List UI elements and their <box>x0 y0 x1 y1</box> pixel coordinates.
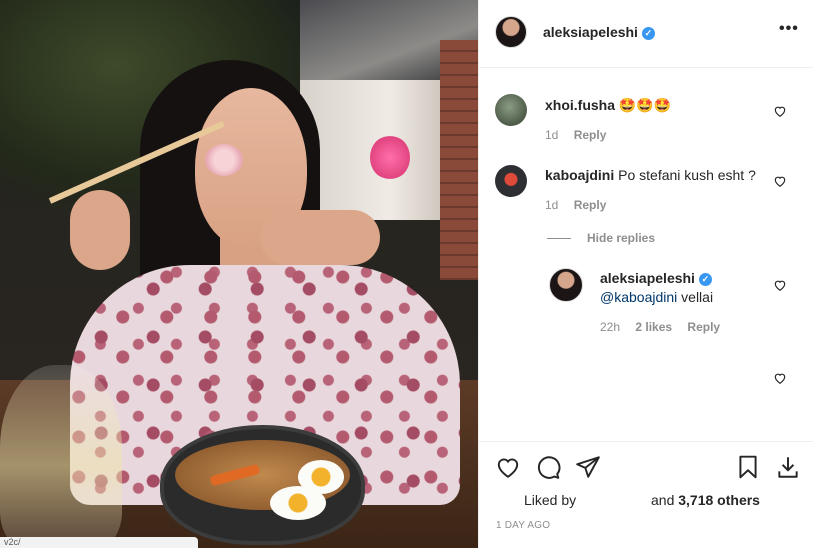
reply-username[interactable]: aleksiapeleshi <box>600 270 695 286</box>
comment-bubble-icon[interactable] <box>535 454 561 480</box>
post-photo[interactable]: v2c/ <box>0 0 478 548</box>
likes-prefix: and <box>651 492 679 508</box>
background-brick-column <box>440 40 478 280</box>
liked-by-label: Liked by <box>524 492 577 508</box>
save-bookmark-icon[interactable] <box>735 454 761 480</box>
comment-body: kaboajdini Po stefani kush esht ? <box>545 167 756 183</box>
reply-button[interactable]: Reply <box>574 198 607 212</box>
comment-text: Po stefani kush esht ? <box>618 167 756 183</box>
comment-text: 🤩🤩🤩 <box>618 97 672 113</box>
post-header: aleksiapeleshi ✓ ••• <box>479 0 813 68</box>
hide-replies-label[interactable]: Hide replies <box>587 231 655 245</box>
likes-summary[interactable]: and 3,718 others <box>651 492 760 508</box>
replies-divider <box>547 238 571 240</box>
like-comment-heart-icon[interactable] <box>773 104 787 118</box>
likes-count[interactable]: 3,718 others <box>678 492 760 508</box>
reply-meta: 22h 2 likes Reply <box>600 320 720 334</box>
egg-half <box>270 486 326 520</box>
author-avatar[interactable] <box>495 16 527 48</box>
reply-button[interactable]: Reply <box>687 320 720 334</box>
download-icon[interactable] <box>775 454 801 480</box>
verified-badge-icon: ✓ <box>641 27 655 40</box>
comment-age[interactable]: 1d <box>545 198 558 212</box>
person-hand-chin <box>260 210 380 265</box>
reply-age[interactable]: 22h <box>600 320 620 334</box>
comment-age[interactable]: 1d <box>545 128 558 142</box>
author-username[interactable]: aleksiapeleshi ✓ <box>543 24 655 40</box>
like-caption-heart-icon[interactable] <box>773 371 787 385</box>
reply-author-avatar[interactable] <box>549 268 583 302</box>
comment-username[interactable]: xhoi.fusha <box>545 97 615 113</box>
reply-button[interactable]: Reply <box>574 128 607 142</box>
post-timestamp[interactable]: 1 DAY AGO <box>496 520 550 531</box>
status-bar-url: v2c/ <box>0 537 198 548</box>
mention-link[interactable]: @kaboajdini <box>600 289 677 305</box>
post-actions: Liked by and 3,718 others 1 DAY AGO <box>479 441 813 548</box>
reply-text: vellai <box>677 289 714 305</box>
person-hand-chopsticks <box>70 190 130 270</box>
author-username-text[interactable]: aleksiapeleshi <box>543 24 638 40</box>
comment-meta: 1d Reply <box>545 198 606 212</box>
commenter-avatar[interactable] <box>495 94 527 126</box>
comment-meta: 1d Reply <box>545 128 606 142</box>
hide-replies-button[interactable]: Hide replies <box>547 231 655 245</box>
share-paper-plane-icon[interactable] <box>575 454 601 480</box>
comment-username[interactable]: kaboajdini <box>545 167 614 183</box>
like-comment-heart-icon[interactable] <box>773 174 787 188</box>
wine-glass <box>0 365 122 548</box>
commenter-avatar[interactable] <box>495 165 527 197</box>
more-options-icon[interactable]: ••• <box>779 20 799 38</box>
reply-likes[interactable]: 2 likes <box>635 320 672 334</box>
sushi-piece <box>205 144 243 176</box>
reply-author: aleksiapeleshi ✓ <box>600 270 712 286</box>
verified-badge-icon: ✓ <box>698 273 712 286</box>
pink-lamp <box>370 135 410 180</box>
like-comment-heart-icon[interactable] <box>773 278 787 292</box>
comment-body: xhoi.fusha 🤩🤩🤩 <box>545 97 671 114</box>
reply-body: @kaboajdini vellai <box>600 289 713 305</box>
post-side-panel: aleksiapeleshi ✓ ••• xhoi.fusha 🤩🤩🤩 1d Re… <box>478 0 813 548</box>
like-heart-icon[interactable] <box>495 454 521 480</box>
